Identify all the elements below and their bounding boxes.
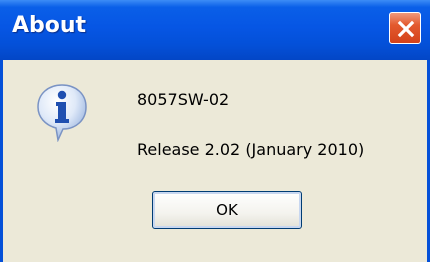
window-title: About (12, 13, 87, 38)
title-bar[interactable]: About (0, 0, 430, 60)
release-info: Release 2.02 (January 2010) (137, 140, 365, 159)
close-button[interactable] (389, 12, 421, 44)
close-icon (397, 20, 415, 38)
info-icon (37, 84, 87, 142)
about-dialog: About 8057SW-02 Release 2.02 (January 20… (0, 0, 430, 262)
ok-button[interactable]: OK (152, 191, 302, 229)
product-name: 8057SW-02 (137, 90, 230, 109)
window-border-left (0, 60, 3, 262)
